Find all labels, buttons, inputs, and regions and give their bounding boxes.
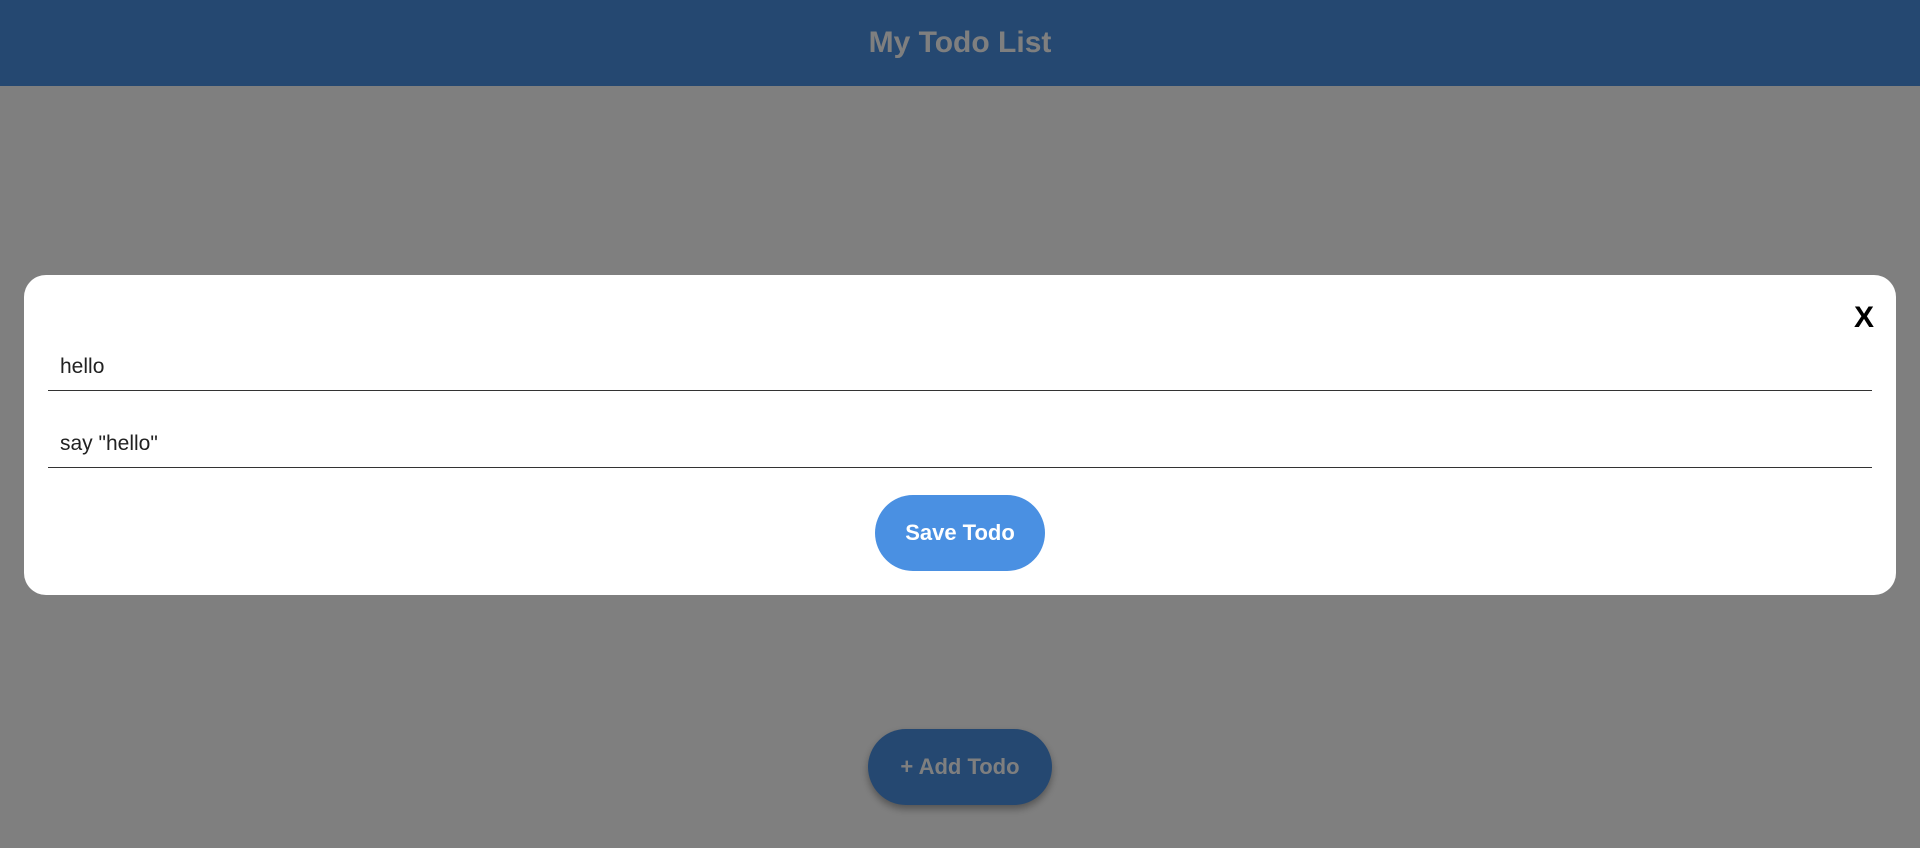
close-button[interactable]: X	[1854, 303, 1874, 333]
save-todo-button[interactable]: Save Todo	[875, 495, 1045, 571]
todo-app: My Todo List + Add Todo X hello say "hel…	[0, 0, 1920, 848]
todo-title-input[interactable]: hello	[48, 343, 1872, 391]
todo-description-input[interactable]: say "hello"	[48, 420, 1872, 468]
